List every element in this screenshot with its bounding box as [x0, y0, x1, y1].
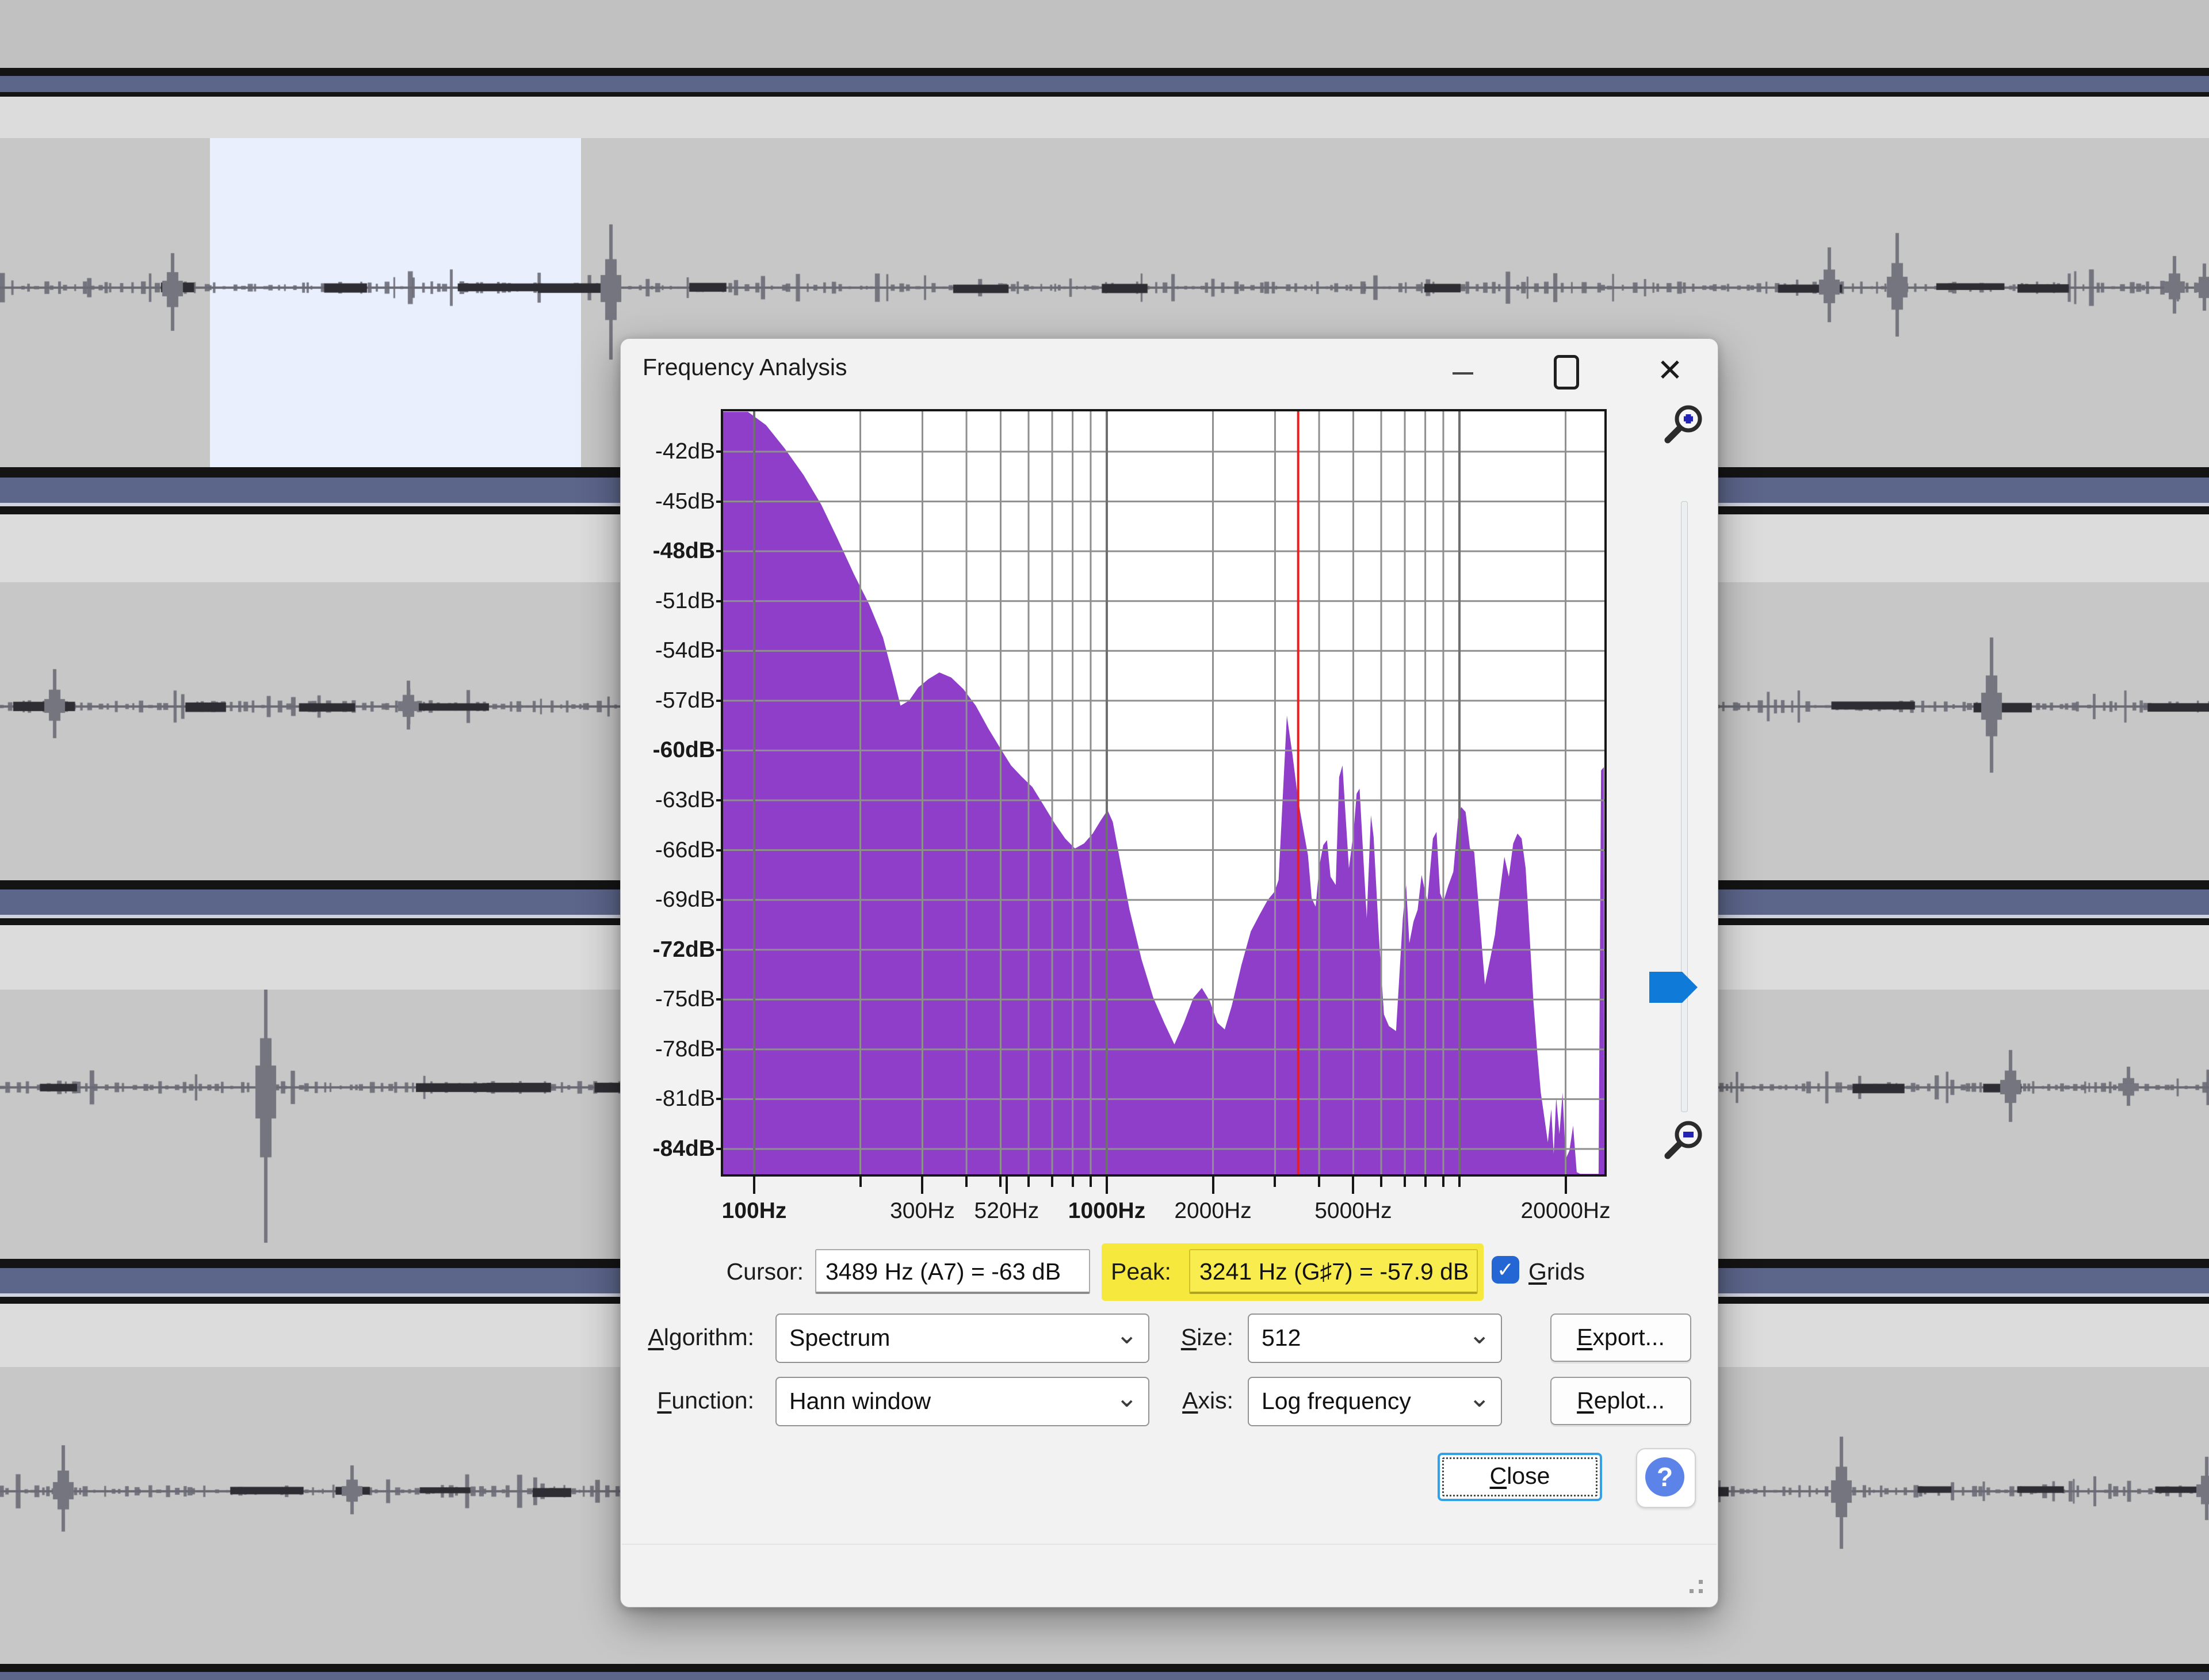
y-axis-tick-label: -63dB [625, 785, 715, 815]
algorithm-label: Algorithm: [621, 1314, 754, 1361]
x-axis-tick [1565, 1177, 1567, 1194]
dialog-title: Frequency Analysis [643, 354, 847, 381]
x-axis-tick [1442, 1177, 1444, 1187]
x-axis-tick-label: 20000Hz [1491, 1198, 1641, 1224]
y-axis-tick-label: -57dB [625, 686, 715, 716]
grids-checkbox[interactable]: ✓ [1492, 1256, 1519, 1284]
function-value: Hann window [789, 1388, 931, 1414]
track-separator [0, 92, 2209, 97]
x-axis-tick [1380, 1177, 1382, 1187]
y-axis-tick-label: -78dB [625, 1034, 715, 1064]
y-axis-tick-label: -60dB [625, 735, 715, 765]
close-button-label: Close [1490, 1463, 1550, 1489]
x-axis-tick [1458, 1177, 1461, 1187]
help-icon: ? [1645, 1457, 1684, 1496]
function-select[interactable]: Hann window ⌄ [775, 1377, 1149, 1426]
y-axis-tick-label: -72dB [625, 935, 715, 965]
x-axis-tick [999, 1177, 1002, 1187]
chevron-down-icon: ⌄ [1115, 1311, 1138, 1357]
magnifier-plus-icon [1660, 401, 1708, 449]
y-axis-tick-label: -84dB [625, 1134, 715, 1164]
grids-label[interactable]: Grids [1528, 1248, 1585, 1295]
chevron-down-icon: ⌄ [1115, 1374, 1138, 1421]
peak-label: Peak: [1111, 1248, 1171, 1295]
minimize-button[interactable] [1436, 339, 1488, 402]
x-axis-tick [1006, 1177, 1008, 1194]
y-axis-tick-label: -66dB [625, 835, 715, 865]
size-value: 512 [1262, 1324, 1301, 1351]
size-select[interactable]: 512 ⌄ [1248, 1314, 1502, 1363]
x-axis-tick [1027, 1177, 1030, 1187]
y-axis-tick-label: -81dB [625, 1084, 715, 1114]
algorithm-value: Spectrum [789, 1324, 890, 1351]
y-axis-tick-label: -42dB [625, 437, 715, 467]
dialog-divider [622, 1544, 1717, 1545]
x-axis-tick [753, 1177, 755, 1194]
track-separator [0, 1664, 2209, 1672]
track-separator-bar[interactable] [0, 76, 2209, 92]
y-axis-tick-label: -75dB [625, 984, 715, 1014]
x-axis-tick [1072, 1177, 1074, 1187]
x-axis-tick-label: 2000Hz [1138, 1198, 1288, 1224]
y-axis-tick-label: -69dB [625, 885, 715, 915]
cursor-label: Cursor: [621, 1248, 804, 1295]
x-axis-tick [1051, 1177, 1053, 1187]
x-axis-tick [1274, 1177, 1276, 1187]
function-label: Function: [621, 1377, 754, 1424]
plot-zoom-slider[interactable] [1681, 501, 1688, 1112]
track-separator-bar [0, 1672, 2209, 1680]
x-axis-tick [1212, 1177, 1214, 1194]
track-area-top-band [0, 0, 2209, 68]
slider-handle[interactable] [1649, 972, 1698, 1003]
size-label: Size: [1161, 1314, 1233, 1361]
track-1-header-strip [0, 97, 2209, 138]
x-axis-tick [1404, 1177, 1406, 1187]
maximize-icon [1554, 355, 1579, 390]
x-axis-tick-label: 100Hz [679, 1198, 829, 1224]
zoom-in-button[interactable] [1660, 401, 1708, 449]
x-axis-tick-label: 5000Hz [1278, 1198, 1428, 1224]
window-close-button[interactable]: ✕ [1641, 339, 1699, 402]
x-axis-tick [1106, 1177, 1108, 1194]
magnifier-minus-icon [1660, 1117, 1708, 1165]
minimize-icon [1453, 372, 1473, 375]
x-axis-tick [1352, 1177, 1354, 1194]
y-axis-tick-label: -54dB [625, 636, 715, 666]
help-button[interactable]: ? [1636, 1448, 1696, 1508]
spectrum-chart [723, 411, 1604, 1174]
close-button[interactable]: Close [1438, 1453, 1602, 1501]
x-axis-tick [859, 1177, 862, 1187]
x-axis-tick [965, 1177, 968, 1187]
replot-button[interactable]: Replot... [1550, 1377, 1691, 1425]
zoom-out-button[interactable] [1660, 1117, 1708, 1165]
export-button[interactable]: Export... [1550, 1314, 1691, 1362]
chevron-down-icon: ⌄ [1468, 1311, 1490, 1357]
x-axis-tick [921, 1177, 923, 1194]
y-axis-tick-label: -51dB [625, 586, 715, 616]
chevron-down-icon: ⌄ [1468, 1374, 1490, 1421]
y-axis-tick-label: -45dB [625, 487, 715, 517]
x-axis-tick [1424, 1177, 1427, 1187]
cursor-readout: 3489 Hz (A7) = -63 dB [815, 1249, 1090, 1294]
x-axis-tick [1318, 1177, 1320, 1187]
axis-select[interactable]: Log frequency ⌄ [1248, 1377, 1502, 1426]
axis-label: Axis: [1161, 1377, 1233, 1424]
x-axis-tick [1090, 1177, 1092, 1187]
algorithm-select[interactable]: Spectrum ⌄ [775, 1314, 1149, 1363]
y-axis-tick-label: -48dB [625, 536, 715, 566]
peak-readout: 3241 Hz (G♯7) = -57.9 dB [1189, 1249, 1478, 1294]
maximize-button[interactable] [1539, 339, 1591, 402]
checkmark-icon: ✓ [1497, 1258, 1514, 1281]
frequency-analysis-dialog: Frequency Analysis ✕ -42dB -45dB -48dB -51d… [620, 338, 1718, 1608]
axis-value: Log frequency [1262, 1388, 1411, 1414]
track-separator [0, 68, 2209, 76]
spectrum-plot[interactable] [721, 409, 1607, 1177]
